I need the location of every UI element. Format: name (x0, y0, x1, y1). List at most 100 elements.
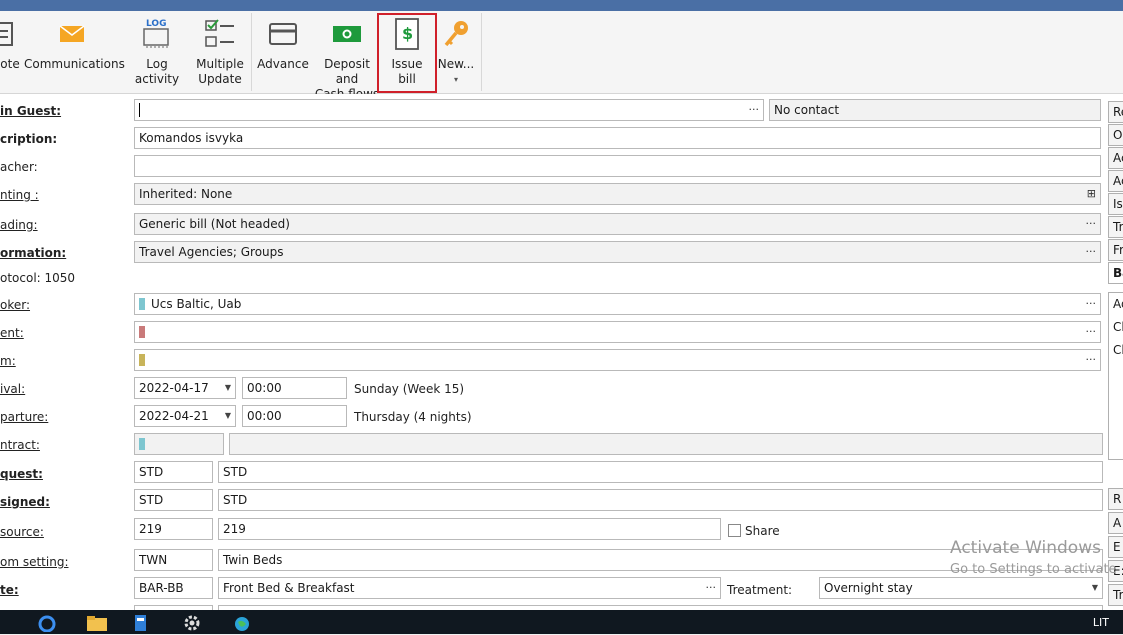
side-tab-active[interactable]: Ba (1108, 262, 1123, 284)
share-label: Share (745, 524, 780, 538)
svg-text:LOG: LOG (146, 19, 166, 29)
side-list-item[interactable]: Cl (1109, 316, 1123, 339)
deposit-cash-flows-button[interactable]: Deposit and Cash flows (312, 11, 382, 101)
room-setting-label: om setting: (0, 555, 69, 569)
assigned-name-field[interactable]: STD (218, 489, 1103, 511)
resource-label: source: (0, 525, 44, 539)
firm-color-chip (139, 354, 145, 366)
heading-field[interactable]: Generic bill (Not headed) ··· (134, 213, 1101, 235)
voucher-label: acher: (0, 160, 38, 174)
log-icon: LOG (124, 11, 190, 57)
communications-button[interactable]: Communications (24, 11, 125, 94)
side-tab[interactable]: E (1108, 536, 1123, 558)
activation-watermark-subtitle: Go to Settings to activate (950, 562, 1117, 577)
multiple-update-button[interactable]: Multiple Update (192, 11, 248, 94)
agent-lookup-button[interactable]: ··· (1086, 322, 1097, 342)
app-icon[interactable] (134, 614, 152, 632)
assigned-code-input[interactable]: STD (134, 489, 213, 511)
ribbon-toolbar: ote Communications LOG Log activity Mult… (0, 11, 1123, 101)
broker-input[interactable]: Ucs Baltic, Uab ··· (134, 293, 1101, 315)
cash-icon (312, 11, 382, 57)
request-code-input[interactable]: STD (134, 461, 213, 483)
rate-lookup-button[interactable]: ··· (706, 578, 717, 598)
settings-gear-icon[interactable] (182, 614, 200, 632)
language-indicator[interactable]: LIT (1093, 616, 1109, 629)
side-tab[interactable]: R (1108, 488, 1123, 510)
envelope-icon (24, 11, 120, 57)
key-icon (437, 11, 475, 57)
main-guest-input[interactable]: ··· (134, 99, 764, 121)
treatment-select[interactable]: Overnight stay ▼ (819, 577, 1103, 599)
contract-name-field (229, 433, 1103, 455)
side-tab[interactable]: Iss (1108, 193, 1123, 215)
globe-icon[interactable] (232, 614, 250, 632)
agent-label: ent: (0, 326, 24, 340)
accounting-label: nting : (0, 188, 39, 202)
note-button[interactable]: ote (0, 11, 20, 94)
new-dropdown-button[interactable]: New... ▾ (437, 11, 475, 94)
description-label: cription: (0, 132, 58, 146)
main-guest-lookup-button[interactable]: ··· (749, 100, 760, 120)
share-checkbox[interactable] (728, 524, 741, 537)
information-field[interactable]: Travel Agencies; Groups ··· (134, 241, 1101, 263)
information-label: ormation: (0, 246, 67, 260)
resource-code-input[interactable]: 219 (134, 518, 213, 540)
voucher-input[interactable] (134, 155, 1101, 177)
arrival-label: ival: (0, 382, 26, 396)
folder-icon[interactable] (86, 614, 107, 632)
side-tab[interactable]: Tr (1108, 216, 1123, 238)
broker-color-chip (139, 298, 145, 310)
side-tab[interactable]: Re (1108, 101, 1123, 123)
edge-icon[interactable] (38, 614, 56, 633)
protocol-label: otocol: 1050 (0, 271, 76, 285)
arrival-day-text: Sunday (Week 15) (354, 382, 465, 396)
side-tab[interactable]: A (1108, 512, 1123, 534)
side-tab[interactable]: Fr (1108, 239, 1123, 261)
departure-day-text: Thursday (4 nights) (354, 410, 472, 424)
departure-time-input[interactable]: 00:00 (242, 405, 347, 427)
request-label: quest: (0, 467, 43, 481)
treatment-label: Treatment: (727, 583, 793, 597)
window-titlebar (0, 0, 1123, 11)
agent-input[interactable]: ··· (134, 321, 1101, 343)
broker-lookup-button[interactable]: ··· (1086, 294, 1097, 314)
chevron-down-icon: ▼ (224, 411, 231, 420)
side-tab[interactable]: Ac (1108, 147, 1123, 169)
accounting-field[interactable]: Inherited: None ⊞ (134, 183, 1101, 205)
contract-code-input[interactable] (134, 433, 224, 455)
side-tab[interactable]: Tr (1108, 584, 1123, 606)
departure-label: parture: (0, 410, 49, 424)
checklist-icon (192, 11, 248, 57)
departure-date-picker[interactable]: 2022-04-21 ▼ (134, 405, 236, 427)
information-lookup-button[interactable]: ··· (1086, 242, 1097, 262)
note-icon (0, 11, 20, 57)
assigned-label: signed: (0, 495, 50, 509)
side-list-item[interactable]: Cl (1109, 339, 1123, 362)
firm-label: m: (0, 354, 16, 368)
ribbon-separator (251, 13, 252, 91)
advance-button[interactable]: Advance (256, 11, 310, 94)
firm-lookup-button[interactable]: ··· (1086, 350, 1097, 370)
agent-color-chip (139, 326, 145, 338)
broker-label: oker: (0, 298, 31, 312)
firm-input[interactable]: ··· (134, 349, 1101, 371)
arrival-time-input[interactable]: 00:00 (242, 377, 347, 399)
chevron-down-icon: ▼ (224, 383, 231, 392)
highlight-frame (377, 13, 437, 93)
arrival-date-picker[interactable]: 2022-04-17 ▼ (134, 377, 236, 399)
hierarchy-icon[interactable]: ⊞ (1087, 184, 1096, 204)
heading-lookup-button[interactable]: ··· (1086, 214, 1097, 234)
log-activity-button[interactable]: LOG Log activity (124, 11, 190, 94)
room-setting-code-input[interactable]: TWN (134, 549, 213, 571)
windows-taskbar: LIT (0, 610, 1123, 634)
side-tab[interactable]: Ac (1108, 170, 1123, 192)
request-name-field[interactable]: STD (218, 461, 1103, 483)
resource-name-field[interactable]: 219 (218, 518, 721, 540)
contract-color-chip (139, 438, 145, 450)
side-tab[interactable]: Or (1108, 124, 1123, 146)
rate-label: te: (0, 583, 19, 597)
side-list-item[interactable]: Ad (1109, 293, 1123, 316)
description-input[interactable]: Komandos isvyka (134, 127, 1101, 149)
rate-name-field[interactable]: Front Bed & Breakfast ··· (218, 577, 721, 599)
rate-code-input[interactable]: BAR-BB (134, 577, 213, 599)
